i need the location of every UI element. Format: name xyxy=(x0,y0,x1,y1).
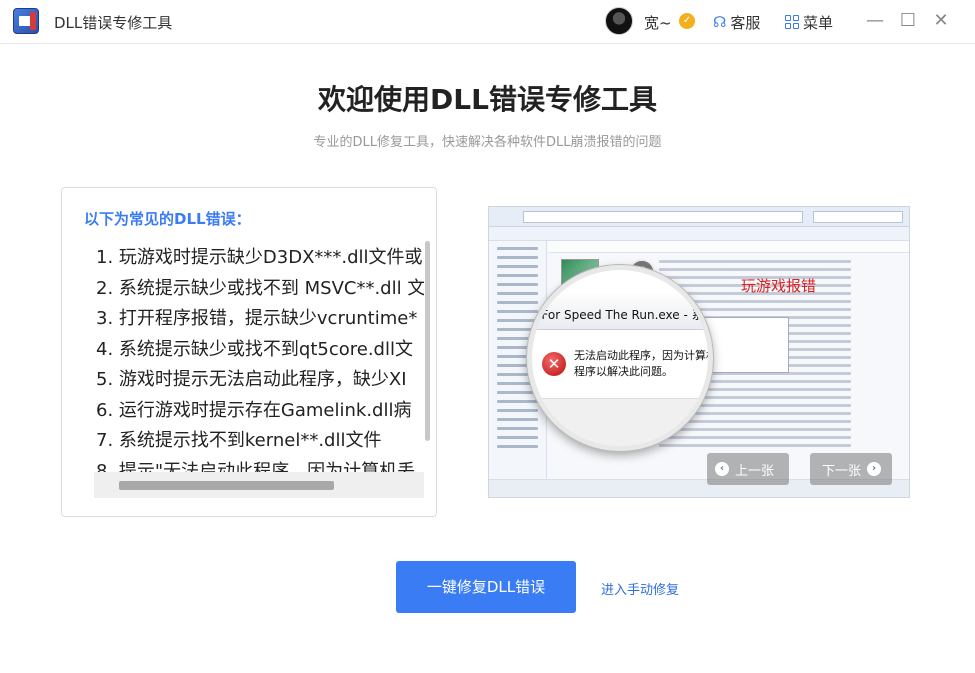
minimize-icon: — xyxy=(866,10,884,31)
error-list-viewport[interactable]: 1. 玩游戏时提示缺少D3DX***.dll文件或 2. 系统提示缺少或找不到 … xyxy=(96,243,424,483)
user-avatar[interactable] xyxy=(605,7,633,35)
error-list: 1. 玩游戏时提示缺少D3DX***.dll文件或 2. 系统提示缺少或找不到 … xyxy=(96,243,424,483)
previous-image-button[interactable]: ‹ 上一张 xyxy=(707,453,789,485)
title-bar: DLL错误专修工具 宽~ ✓ ☊ 客服 菜单 — ☐ ✕ xyxy=(0,0,975,44)
error-list-item: 7. 系统提示找不到kernel**.dll文件 xyxy=(96,430,382,451)
dialog-message: 无法启动此程序，因为计算机中 程序以解决此问题。 xyxy=(574,349,713,378)
maximize-button[interactable]: ☐ xyxy=(897,10,919,32)
app-logo-icon xyxy=(13,8,39,34)
error-list-item: 5. 游戏时提示无法启动此程序，缺少XI xyxy=(96,369,407,390)
page-subtitle: 专业的DLL修复工具，快速解决各种软件DLL崩溃报错的问题 xyxy=(313,135,662,150)
minimize-button[interactable]: — xyxy=(864,10,886,32)
chevron-right-icon: › xyxy=(867,462,882,476)
horizontal-scrollbar-thumb[interactable] xyxy=(119,481,334,490)
preview-toolbar xyxy=(489,227,909,241)
chevron-left-icon: ‹ xyxy=(715,462,729,476)
vertical-scrollbar[interactable] xyxy=(425,241,430,441)
close-button[interactable]: ✕ xyxy=(930,10,952,32)
app-title: DLL错误专修工具 xyxy=(54,14,173,32)
error-list-item: 6. 运行游戏时提示存在Gamelink.dll病 xyxy=(96,399,412,421)
error-x-icon: ✕ xyxy=(542,352,566,376)
common-errors-panel: 以下为常见的DLL错误： 1. 玩游戏时提示缺少D3DX***.dll文件或 2… xyxy=(61,187,437,517)
manual-repair-link[interactable]: 进入手动修复 xyxy=(601,579,679,598)
preview-caption: 玩游戏报错 xyxy=(741,277,817,295)
headset-icon: ☊ xyxy=(713,13,727,31)
dialog-title: d For Speed The Run.exe - 系统错误 xyxy=(530,308,708,322)
support-button[interactable]: ☊ 客服 xyxy=(713,11,760,33)
magnified-error-dialog: d For Speed The Run.exe - 系统错误 ✕ 无法启动此程序… xyxy=(527,265,713,451)
username[interactable]: 宽~ xyxy=(644,12,672,33)
grid-menu-icon xyxy=(785,15,799,29)
maximize-icon: ☐ xyxy=(899,10,917,31)
vip-badge-icon: ✓ xyxy=(679,13,695,29)
close-icon: ✕ xyxy=(933,10,949,31)
preview-address-bar xyxy=(489,207,909,227)
menu-label: 菜单 xyxy=(803,13,834,32)
page-title: 欢迎使用DLL错误专修工具 xyxy=(318,83,657,116)
error-list-item: 1. 玩游戏时提示缺少D3DX***.dll文件或 xyxy=(96,247,423,268)
panel-heading: 以下为常见的DLL错误： xyxy=(84,210,251,228)
preview-column-header xyxy=(548,241,909,253)
error-list-item: 4. 系统提示缺少或找不到qt5core.dll文 xyxy=(96,338,413,360)
next-image-button[interactable]: 下一张 › xyxy=(810,453,892,485)
error-list-item: 2. 系统提示缺少或找不到 MSVC**.dll 文 xyxy=(96,277,424,299)
error-list-item: 3. 打开程序报错，提示缺少vcruntime* xyxy=(96,308,418,329)
one-click-repair-button[interactable]: 一键修复DLL错误 xyxy=(396,561,576,613)
menu-button[interactable]: 菜单 xyxy=(785,11,833,33)
screenshot-preview: 玩游戏报错 d For Speed The Run.exe - 系统错误 ✕ 无… xyxy=(488,206,910,498)
support-label: 客服 xyxy=(730,13,761,32)
